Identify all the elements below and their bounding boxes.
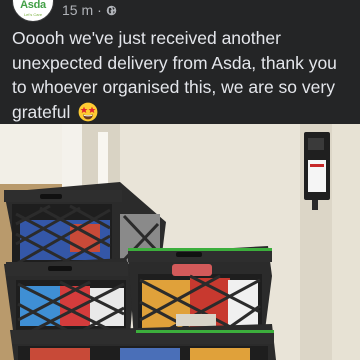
avatar-logo-text: Asda — [20, 0, 46, 11]
post-meta: 15 m · — [62, 0, 117, 20]
star-struck-emoji-icon — [78, 102, 98, 121]
post-message-text: Ooooh we've just received another unexpe… — [12, 28, 337, 122]
delivery-crates-image — [0, 124, 360, 360]
post-header: Asda Let's Care 15 m · — [0, 0, 360, 24]
post-timestamp[interactable]: 15 m — [62, 2, 93, 18]
post-photo[interactable] — [0, 124, 360, 360]
avatar-logo-subtext: Let's Care — [23, 12, 43, 17]
meta-separator: · — [97, 2, 102, 18]
post-message: Ooooh we've just received another unexpe… — [12, 26, 352, 124]
page-avatar[interactable]: Asda Let's Care — [12, 0, 54, 22]
globe-icon[interactable] — [106, 5, 117, 16]
